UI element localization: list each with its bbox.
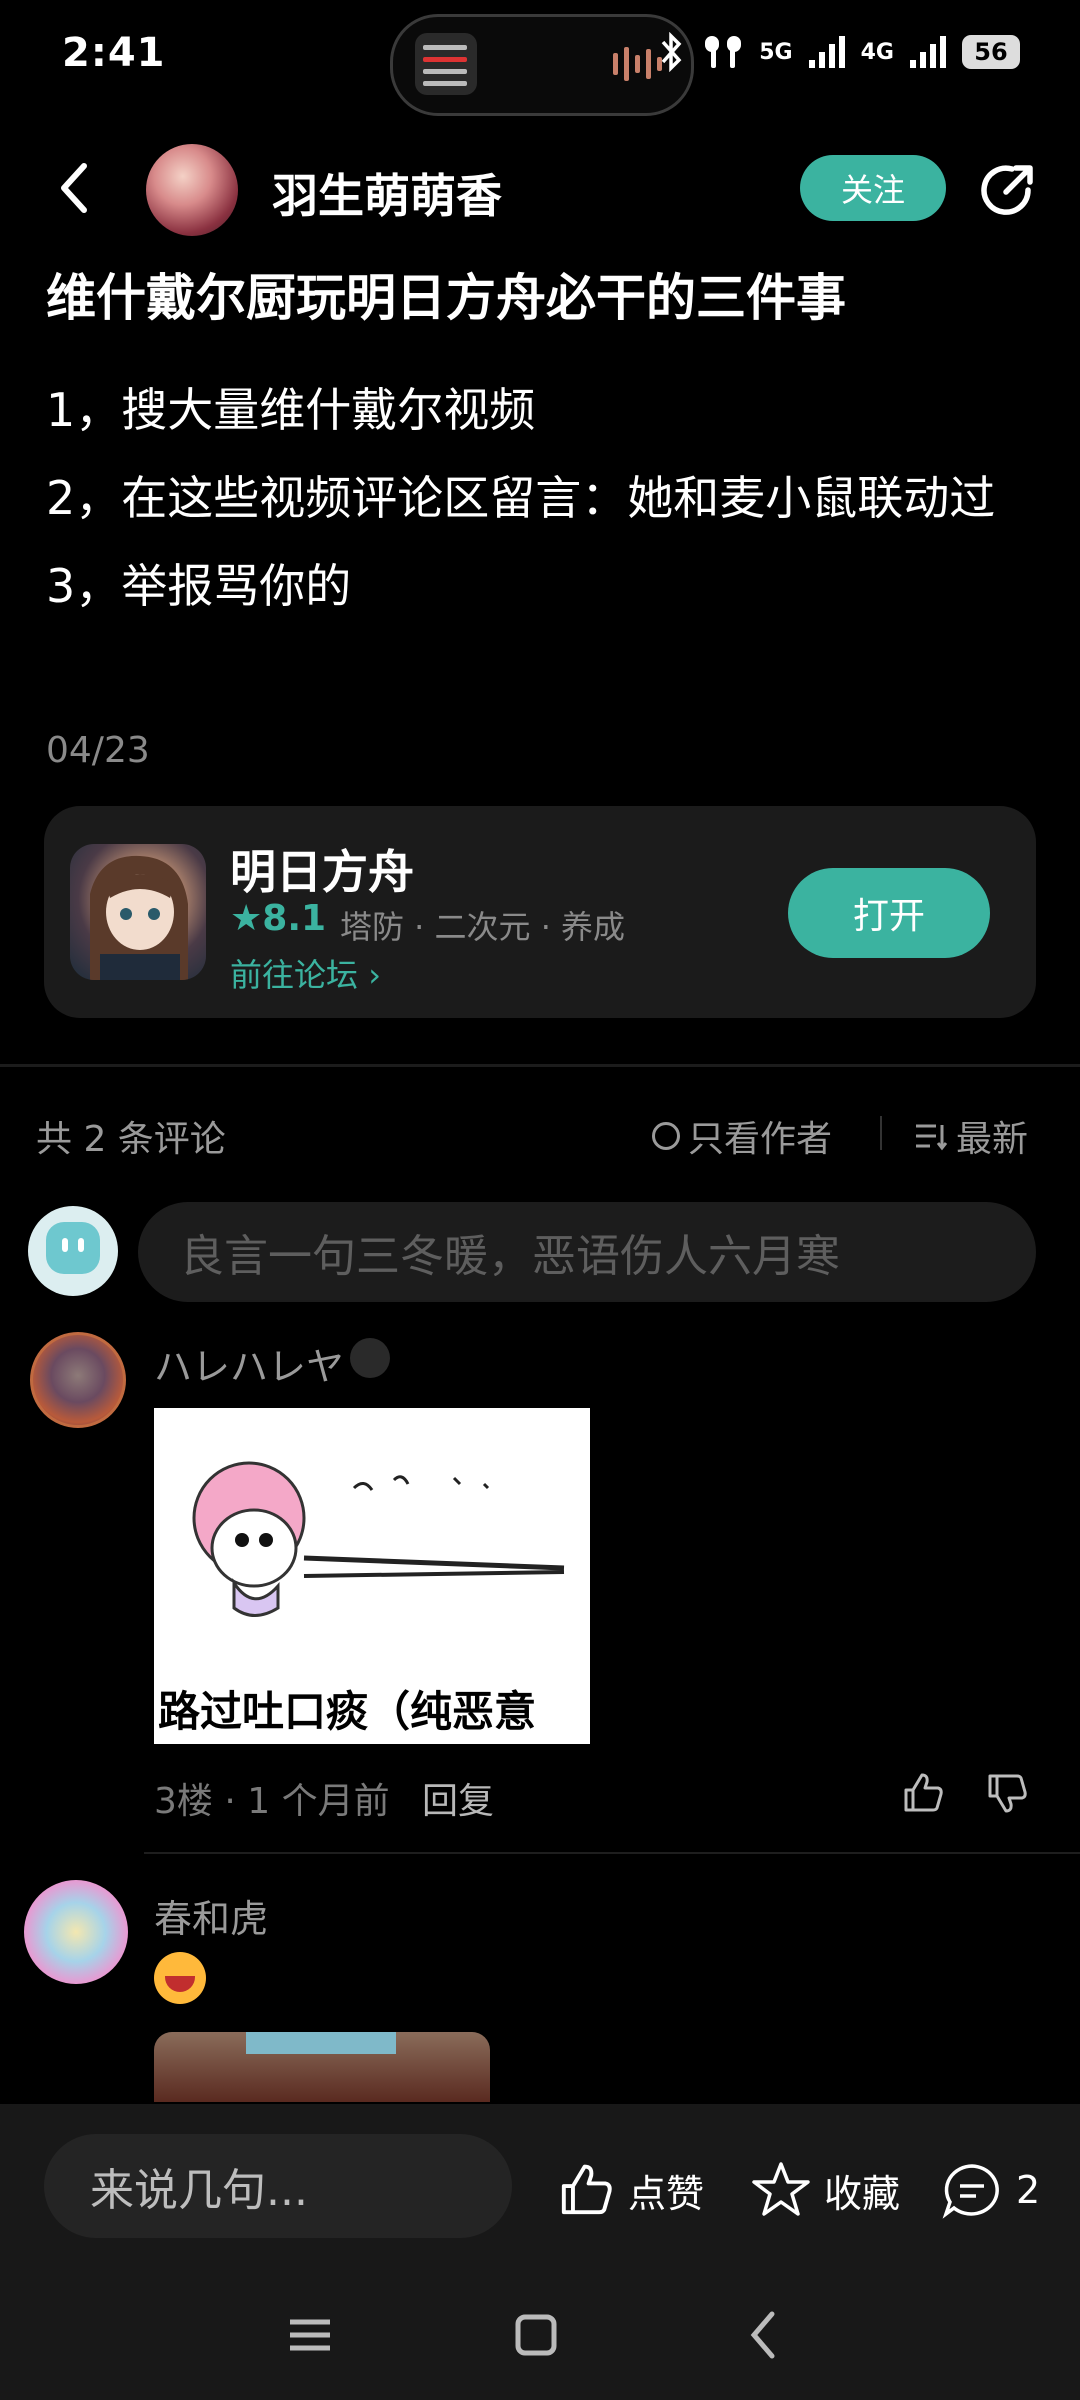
dynamic-island[interactable] bbox=[390, 14, 694, 116]
header-separator bbox=[880, 1116, 882, 1150]
post-date: 04/23 bbox=[46, 730, 150, 771]
comment-count-button[interactable]: 2 bbox=[940, 2160, 1040, 2220]
signal-5g-label: 5G bbox=[759, 39, 793, 65]
comments-count: 共 2 条评论 bbox=[36, 1119, 226, 1160]
like-button[interactable]: 点赞 bbox=[556, 2160, 704, 2220]
comment-time: 1 个月前 bbox=[247, 1781, 390, 1822]
comment-floor: 3楼 bbox=[154, 1781, 213, 1822]
radio-circle-icon bbox=[652, 1122, 680, 1150]
my-avatar bbox=[28, 1206, 118, 1296]
forum-link[interactable]: 前往论坛 › bbox=[230, 950, 381, 996]
comment-divider bbox=[144, 1852, 1080, 1854]
game-tags: 塔防 · 二次元 · 养成 bbox=[340, 908, 626, 946]
comment-bubble-icon bbox=[942, 2164, 999, 2219]
commenter-name[interactable]: ハレハレヤ bbox=[154, 1336, 344, 1391]
forum-link-label: 前往论坛 bbox=[230, 956, 359, 994]
open-game-button[interactable]: 打开 bbox=[788, 868, 990, 958]
reply-button[interactable]: 回复 bbox=[422, 1772, 494, 1824]
author-avatar[interactable] bbox=[146, 144, 238, 236]
comment-image[interactable]: 路过吐口痰（纯恶意 bbox=[154, 1408, 590, 1744]
like-label: 点赞 bbox=[628, 2171, 705, 2216]
game-card[interactable]: 明日方舟 ★8.1 塔防 · 二次元 · 养成 前往论坛 › 打开 bbox=[44, 806, 1036, 1018]
post-line: 3，举报骂你的 bbox=[46, 559, 352, 613]
game-score-value: 8.1 bbox=[262, 898, 327, 939]
signal-bars-icon bbox=[910, 36, 946, 68]
robot-face-icon bbox=[46, 1222, 100, 1274]
comment-input[interactable]: 良言一句三冬暖，恶语伤人六月寒 bbox=[138, 1202, 1036, 1302]
thumbs-up-icon[interactable] bbox=[900, 1770, 946, 1816]
author-only-label: 只看作者 bbox=[688, 1119, 833, 1160]
comment-image[interactable] bbox=[154, 2032, 490, 2102]
back-nav-icon[interactable] bbox=[724, 2300, 804, 2370]
system-icons: 5G 4G 56 bbox=[657, 32, 1020, 72]
post-body: 1，搜大量维什戴尔视频 2，在这些视频评论区留言：她和麦小鼠联动过 3，举报骂你… bbox=[46, 366, 1036, 630]
earbuds-icon bbox=[705, 36, 742, 68]
post-line: 2，在这些视频评论区留言：她和麦小鼠联动过 bbox=[46, 471, 996, 525]
commenter-avatar[interactable] bbox=[30, 1332, 126, 1428]
sort-toggle[interactable]: 最新 bbox=[914, 1110, 1028, 1162]
favorite-label: 收藏 bbox=[824, 2171, 901, 2216]
thumbs-down-icon[interactable] bbox=[984, 1770, 1030, 1816]
image-caption: 路过吐口痰（纯恶意 bbox=[158, 1687, 537, 1736]
status-time: 2:41 bbox=[62, 30, 166, 76]
post-line: 1，搜大量维什戴尔视频 bbox=[46, 383, 536, 437]
game-icon bbox=[70, 844, 206, 980]
game-name: 明日方舟 bbox=[230, 845, 414, 899]
follow-button[interactable]: 关注 bbox=[800, 155, 946, 221]
star-icon bbox=[752, 2162, 810, 2216]
comment-count: 2 bbox=[1016, 2168, 1041, 2212]
bottom-comment-input[interactable]: 来说几句... bbox=[44, 2134, 512, 2238]
sort-icon bbox=[916, 1124, 948, 1151]
section-divider bbox=[0, 1064, 1080, 1067]
favorite-button[interactable]: 收藏 bbox=[750, 2160, 900, 2220]
game-badge-icon bbox=[350, 1338, 390, 1378]
now-playing-thumbnail bbox=[415, 33, 477, 95]
author-name[interactable]: 羽生萌萌香 bbox=[272, 160, 502, 226]
sort-label: 最新 bbox=[956, 1119, 1029, 1160]
post-title: 维什戴尔厨玩明日方舟必干的三件事 bbox=[46, 269, 846, 327]
back-arrow-icon[interactable] bbox=[54, 158, 94, 218]
commenter-avatar[interactable] bbox=[24, 1880, 128, 1984]
author-only-toggle[interactable]: 只看作者 bbox=[652, 1110, 832, 1162]
game-rating: ★8.1 bbox=[230, 898, 327, 939]
signal-bars-icon bbox=[808, 36, 845, 68]
comment-meta: 3楼 · 1 个月前 bbox=[154, 1781, 390, 1822]
battery-indicator: 56 bbox=[962, 35, 1020, 69]
thumbs-up-icon bbox=[561, 2164, 612, 2215]
bluetooth-icon bbox=[661, 32, 682, 72]
grinning-emoji-icon bbox=[154, 1952, 206, 2004]
signal-4g-label: 4G bbox=[860, 39, 894, 65]
share-icon[interactable] bbox=[978, 160, 1038, 220]
commenter-name[interactable]: 春和虎 bbox=[154, 1888, 268, 1943]
home-nav-icon[interactable] bbox=[496, 2300, 576, 2370]
menu-nav-icon[interactable] bbox=[270, 2300, 350, 2370]
